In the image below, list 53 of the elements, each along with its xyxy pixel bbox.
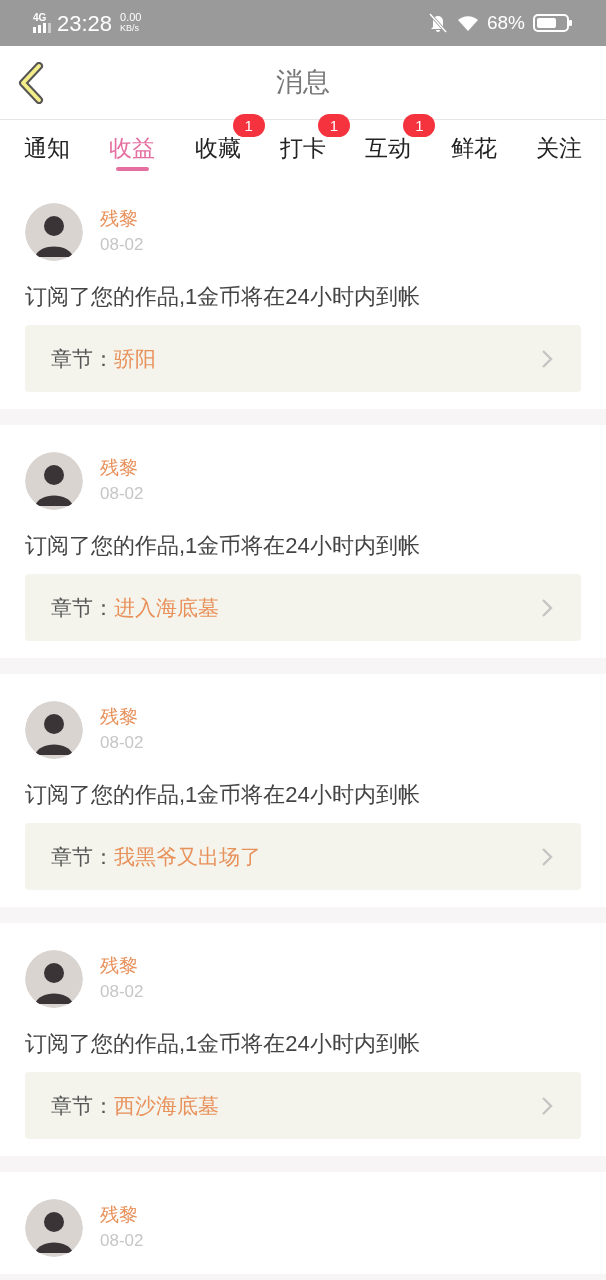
chapter-title: 骄阳 — [114, 345, 156, 372]
chapter-title: 进入海底墓 — [114, 594, 219, 621]
avatar — [25, 452, 83, 510]
tab[interactable]: 通知 — [24, 120, 70, 176]
message-date: 08-02 — [100, 483, 144, 505]
chapter-title: 我黑爷又出场了 — [114, 843, 261, 870]
badge: 1 — [232, 114, 265, 137]
chevron-right-icon — [541, 348, 553, 369]
bell-off-icon — [428, 13, 447, 33]
speed-unit: KB/s — [120, 23, 141, 34]
signal-icon — [33, 23, 53, 33]
message-text: 订阅了您的作品,1金币将在24小时内到帐 — [25, 283, 421, 311]
user-name: 残黎 — [100, 1203, 139, 1227]
chapter-link[interactable]: 章节：我黑爷又出场了 — [25, 823, 581, 890]
avatar — [25, 950, 83, 1008]
network-speed: 0.00 — [120, 12, 142, 23]
chapter-link[interactable]: 章节：西沙海底墓 — [25, 1072, 581, 1139]
message-date: 08-02 — [100, 981, 144, 1003]
back-icon[interactable] — [17, 61, 45, 104]
battery-percent: 68% — [486, 10, 525, 35]
user-name: 残黎 — [100, 207, 139, 231]
page-title: 消息 — [276, 66, 330, 100]
chapter-label: 章节： — [51, 843, 114, 870]
chapter-link[interactable]: 章节：骄阳 — [25, 325, 581, 392]
wifi-icon — [456, 15, 479, 31]
message-date: 08-02 — [100, 732, 144, 754]
message-text: 订阅了您的作品,1金币将在24小时内到帐 — [25, 532, 421, 560]
chevron-right-icon — [541, 597, 553, 618]
chapter-link[interactable]: 章节：进入海底墓 — [25, 574, 581, 641]
chevron-right-icon — [541, 1095, 553, 1116]
tab[interactable]: 关注 — [535, 120, 582, 176]
tab-underline — [115, 167, 149, 171]
user-name: 残黎 — [100, 954, 139, 978]
battery-icon — [533, 14, 573, 32]
message-text: 订阅了您的作品,1金币将在24小时内到帐 — [25, 1030, 421, 1058]
chapter-label: 章节： — [51, 1092, 114, 1119]
message-date: 08-02 — [100, 234, 144, 256]
message-date: 08-02 — [100, 1230, 144, 1252]
tab[interactable]: 鲜花 — [450, 120, 497, 176]
chapter-label: 章节： — [51, 345, 114, 372]
status-time: 23:28 — [57, 9, 113, 38]
avatar — [25, 701, 83, 759]
avatar — [25, 1199, 83, 1257]
badge: 1 — [403, 114, 436, 137]
badge: 1 — [318, 114, 350, 137]
chapter-label: 章节： — [51, 594, 114, 621]
message-text: 订阅了您的作品,1金币将在24小时内到帐 — [25, 781, 421, 809]
network-type: 4G — [33, 13, 47, 23]
chapter-title: 西沙海底墓 — [114, 1092, 219, 1119]
user-name: 残黎 — [100, 456, 139, 480]
user-name: 残黎 — [100, 705, 139, 729]
chevron-right-icon — [541, 846, 553, 867]
avatar — [25, 203, 83, 261]
